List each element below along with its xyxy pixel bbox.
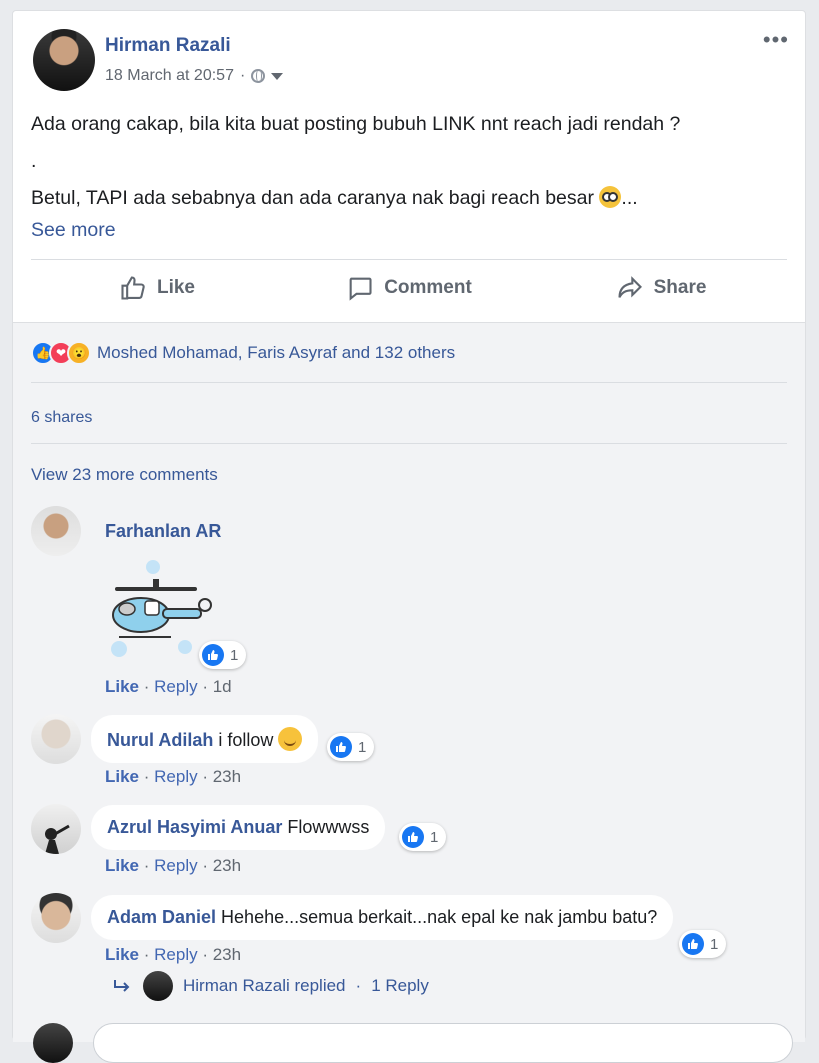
- meta-separator: ·: [239, 67, 246, 84]
- thumbs-up-icon: [121, 275, 145, 300]
- more-options-button[interactable]: •••: [763, 29, 789, 51]
- comment-reaction-count[interactable]: 1: [199, 641, 247, 669]
- post-timestamp[interactable]: 18 March at 20:57: [105, 67, 234, 85]
- reaction-count: 1: [230, 646, 239, 664]
- silhouette-icon: [45, 824, 70, 854]
- comment-icon: [349, 277, 372, 301]
- like-reaction-icon: [402, 826, 424, 848]
- post-text-line: Ada orang cakap, bila kita buat posting …: [31, 113, 681, 135]
- post-header: Hirman Razali 18 March at 20:57 · ••• Ad…: [13, 11, 805, 321]
- share-label: Share: [653, 276, 707, 298]
- replier-avatar: [143, 971, 173, 1001]
- comment-reply-link[interactable]: Reply: [154, 677, 197, 696]
- comment-reaction-count[interactable]: 1: [327, 733, 375, 761]
- commenter-avatar[interactable]: [31, 506, 81, 556]
- like-reaction-icon: [202, 644, 224, 666]
- commenter-avatar[interactable]: [31, 714, 81, 764]
- comment-time[interactable]: 23h: [213, 945, 241, 964]
- post-card: Hirman Razali 18 March at 20:57 · ••• Ad…: [12, 10, 806, 1063]
- globe-icon: [251, 69, 266, 83]
- view-more-comments-link[interactable]: View 23 more comments: [31, 465, 218, 485]
- current-user-avatar: [33, 1023, 73, 1063]
- commenter-name[interactable]: Azrul Hasyimi Anuar: [107, 817, 282, 837]
- comment-text: Flowwwss: [287, 817, 370, 837]
- comment-like-link[interactable]: Like: [105, 677, 139, 696]
- commenter-avatar[interactable]: [31, 804, 81, 854]
- commenter-name[interactable]: Farhanlan AR: [105, 521, 221, 542]
- comment-bubble: Azrul Hasyimi Anuar Flowwwss: [91, 805, 386, 850]
- shares-count[interactable]: 6 shares: [31, 409, 92, 427]
- comment-button[interactable]: Comment: [283, 260, 535, 315]
- smile-emoji-icon: [278, 727, 303, 751]
- share-button[interactable]: Share: [535, 260, 787, 315]
- post-text-line3: Betul, TAPI ada sebabnya dan ada caranya…: [31, 187, 594, 209]
- reactions-text[interactable]: Moshed Mohamad, Faris Asyraf and 132 oth…: [97, 343, 455, 363]
- post-text-line: .: [31, 150, 37, 172]
- ellipsis: ...: [621, 187, 638, 209]
- comment-reply-link[interactable]: Reply: [154, 767, 197, 786]
- like-reaction-icon: [330, 736, 352, 758]
- reactions-summary[interactable]: 👍 ❤ 😮 Moshed Mohamad, Faris Asyraf and 1…: [31, 341, 455, 365]
- comment-actions: Like · Reply · 23h: [105, 767, 242, 786]
- comment-reply-link[interactable]: Reply: [154, 856, 197, 875]
- comment-label: Comment: [384, 276, 472, 298]
- post-text-line: Betul, TAPI ada sebabnya dan ada caranya…: [31, 180, 680, 217]
- post-actions: Like Comment Share: [31, 259, 787, 315]
- comment-reaction-count[interactable]: 1: [399, 823, 447, 851]
- comment-bubble: Adam Daniel Hehehe...semua berkait...nak…: [91, 895, 674, 940]
- comment-actions: Like · Reply · 1d: [105, 677, 232, 696]
- post-meta: 18 March at 20:57 ·: [105, 67, 284, 85]
- comment-like-link[interactable]: Like: [105, 767, 139, 786]
- replies-link[interactable]: Hirman Razali replied · 1 Reply: [113, 971, 429, 1001]
- commenter-avatar[interactable]: [31, 893, 81, 943]
- commenter-name[interactable]: Nurul Adilah: [107, 730, 213, 750]
- reaction-count: 1: [430, 828, 439, 846]
- comment-like-link[interactable]: Like: [105, 856, 139, 875]
- comment-reply-link[interactable]: Reply: [154, 945, 197, 964]
- like-reaction-icon: [682, 933, 704, 955]
- comment-actions: Like · Reply · 23h: [105, 945, 242, 964]
- wow-reaction-icon: 😮: [67, 341, 91, 365]
- comment-reaction-count[interactable]: 1: [679, 930, 727, 958]
- like-button[interactable]: Like: [31, 260, 283, 315]
- write-comment-input[interactable]: [93, 1023, 793, 1063]
- replied-separator: ·: [355, 976, 362, 995]
- comment-bubble: Nurul Adilah i follow: [91, 715, 319, 763]
- see-more-link[interactable]: See more: [31, 217, 680, 243]
- comment-time[interactable]: 23h: [213, 767, 241, 786]
- like-label: Like: [156, 276, 196, 298]
- nerd-emoji-icon: [599, 186, 622, 208]
- author-name[interactable]: Hirman Razali: [105, 35, 231, 57]
- author-avatar[interactable]: [33, 29, 95, 91]
- divider: [31, 443, 787, 444]
- reaction-count: 1: [358, 738, 367, 756]
- comments-section: 👍 ❤ 😮 Moshed Mohamad, Faris Asyraf and 1…: [13, 322, 805, 1063]
- reply-arrow-icon: [114, 980, 130, 992]
- reaction-count: 1: [710, 935, 719, 953]
- comment-text: Hehehe...semua berkait...nak epal ke nak…: [221, 907, 658, 927]
- comment-actions: Like · Reply · 23h: [105, 856, 242, 875]
- comment-text: i follow: [218, 730, 274, 750]
- post-text: Ada orang cakap, bila kita buat posting …: [31, 106, 680, 243]
- comment-time[interactable]: 23h: [213, 856, 241, 875]
- replied-text: Hirman Razali replied: [183, 976, 346, 995]
- comment-time[interactable]: 1d: [213, 677, 232, 696]
- comment-like-link[interactable]: Like: [105, 945, 139, 964]
- commenter-name[interactable]: Adam Daniel: [107, 907, 216, 927]
- chevron-down-icon[interactable]: [271, 72, 284, 80]
- reply-count: 1 Reply: [371, 976, 429, 995]
- share-icon: [618, 275, 642, 298]
- divider: [31, 382, 787, 383]
